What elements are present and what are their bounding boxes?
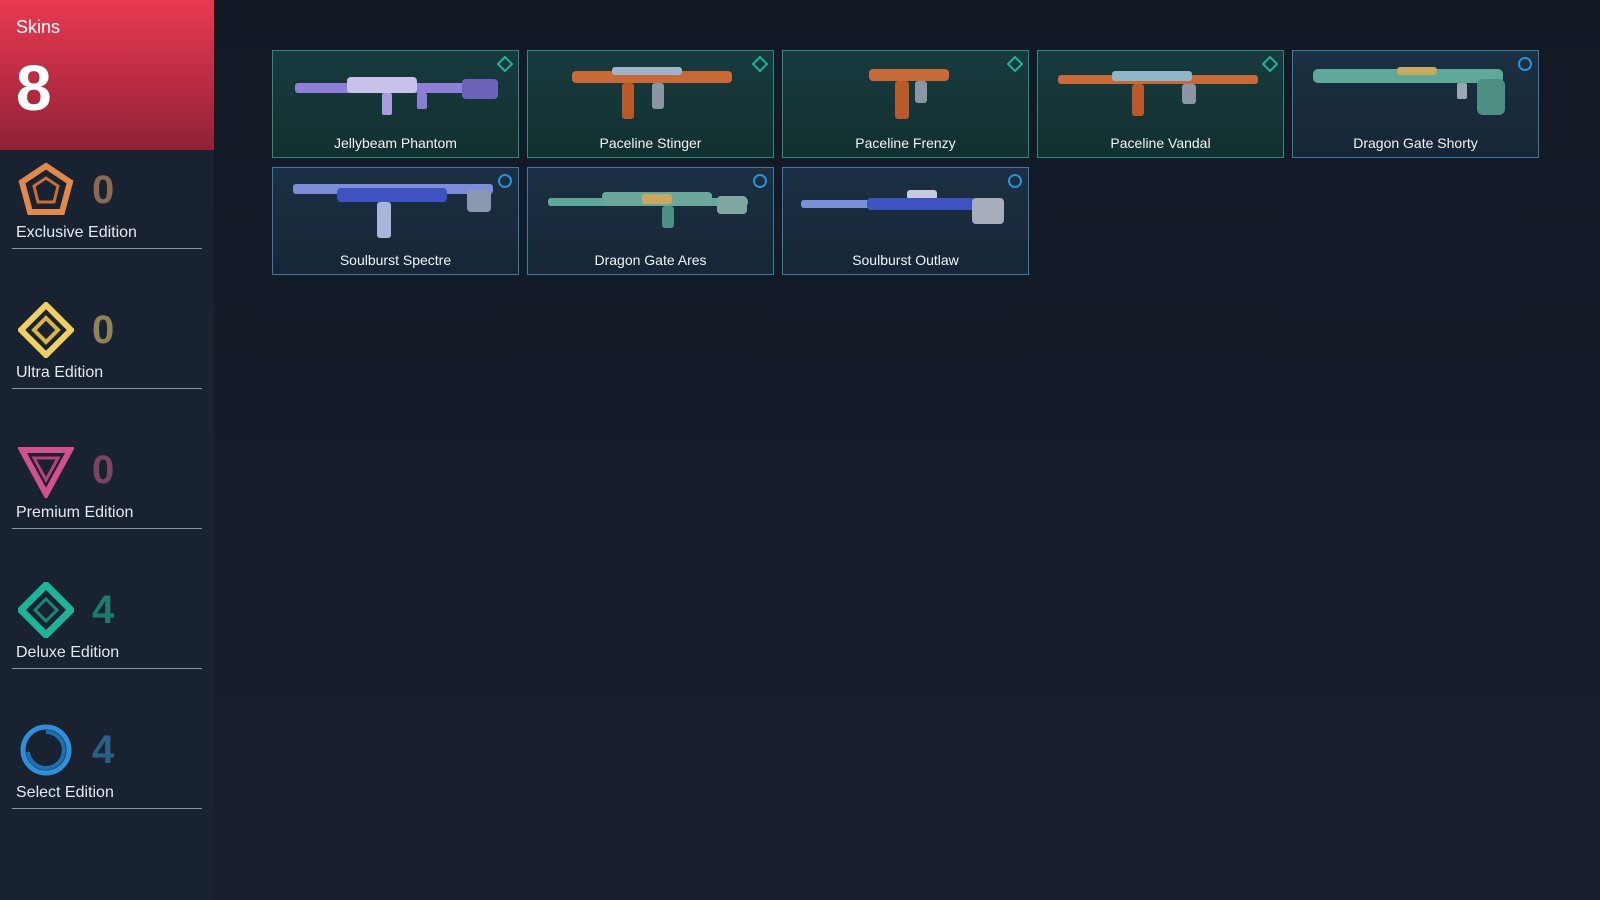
- premium-edition-icon: [18, 447, 74, 498]
- skin-card-soulburst-outlaw[interactable]: Soulburst Outlaw: [782, 167, 1029, 275]
- deluxe-edition-icon: [497, 56, 513, 72]
- select-edition-icon: [1008, 174, 1022, 188]
- machine-gun-icon: [548, 192, 748, 228]
- tier-count: 0: [92, 308, 115, 352]
- deluxe-edition-icon: [752, 56, 768, 72]
- deluxe-edition-icon: [18, 582, 74, 638]
- skin-name: Dragon Gate Ares: [594, 252, 707, 268]
- tier-name: Deluxe Edition: [16, 644, 120, 661]
- skin-card-paceline-stinger[interactable]: Paceline Stinger: [527, 50, 774, 158]
- tier-exclusive-edition[interactable]: 0 Exclusive Edition: [12, 162, 202, 262]
- skins-total-card: Skins 8: [0, 0, 214, 150]
- skins-collection-screen: Skins 8 0 Exclusive Edition 0 Ultra Edit…: [0, 0, 1600, 900]
- deluxe-edition-icon: [1262, 56, 1278, 72]
- divider: [12, 668, 202, 669]
- sniper-rifle-icon: [801, 190, 1004, 224]
- deluxe-edition-icon: [1007, 56, 1023, 72]
- skin-card-paceline-frenzy[interactable]: Paceline Frenzy: [782, 50, 1029, 158]
- skin-name: Jellybeam Phantom: [334, 135, 457, 151]
- select-edition-icon: [498, 174, 512, 188]
- select-edition-icon: [753, 174, 767, 188]
- tier-name: Select Edition: [16, 784, 114, 801]
- skins-count: 8: [16, 52, 52, 124]
- skin-name: Paceline Vandal: [1110, 135, 1211, 151]
- rifle-icon: [1058, 71, 1258, 116]
- tier-deluxe-edition[interactable]: 4 Deluxe Edition: [12, 582, 202, 682]
- smg-icon: [572, 67, 732, 119]
- pistol-icon: [869, 69, 949, 119]
- skin-name: Paceline Stinger: [599, 135, 702, 151]
- exclusive-edition-icon: [18, 162, 74, 215]
- select-edition-icon: [1518, 57, 1532, 71]
- smg-icon: [293, 184, 493, 238]
- divider: [12, 808, 202, 809]
- tier-count: 4: [92, 588, 115, 632]
- tier-count: 0: [92, 168, 115, 212]
- tier-select-edition[interactable]: 4 Select Edition: [12, 722, 202, 822]
- tier-name: Exclusive Edition: [16, 224, 137, 241]
- edition-sidebar: Skins 8 0 Exclusive Edition 0 Ultra Edit…: [0, 0, 214, 900]
- rifle-icon: [295, 77, 498, 115]
- divider: [12, 248, 202, 249]
- skin-card-paceline-vandal[interactable]: Paceline Vandal: [1037, 50, 1284, 158]
- divider: [12, 388, 202, 389]
- tier-count: 0: [92, 448, 115, 492]
- tier-name: Premium Edition: [16, 504, 134, 521]
- ultra-edition-icon: [18, 302, 74, 358]
- skin-card-dragon-gate-ares[interactable]: Dragon Gate Ares: [527, 167, 774, 275]
- tier-ultra-edition[interactable]: 0 Ultra Edition: [12, 302, 202, 402]
- skin-name: Dragon Gate Shorty: [1353, 135, 1478, 151]
- tier-count: 4: [92, 728, 115, 772]
- skin-name: Paceline Frenzy: [855, 135, 956, 151]
- tier-name: Ultra Edition: [16, 364, 104, 381]
- tier-premium-edition[interactable]: 0 Premium Edition: [12, 442, 202, 542]
- skins-label: Skins: [16, 17, 61, 37]
- skin-card-dragon-gate-shorty[interactable]: Dragon Gate Shorty: [1292, 50, 1539, 158]
- select-edition-icon: [20, 724, 72, 776]
- skin-card-jellybeam-phantom[interactable]: Jellybeam Phantom: [272, 50, 519, 158]
- divider: [12, 528, 202, 529]
- shotgun-icon: [1313, 67, 1505, 115]
- skin-card-soulburst-spectre[interactable]: Soulburst Spectre: [272, 167, 519, 275]
- skin-name: Soulburst Spectre: [339, 252, 452, 268]
- skin-name: Soulburst Outlaw: [852, 252, 959, 268]
